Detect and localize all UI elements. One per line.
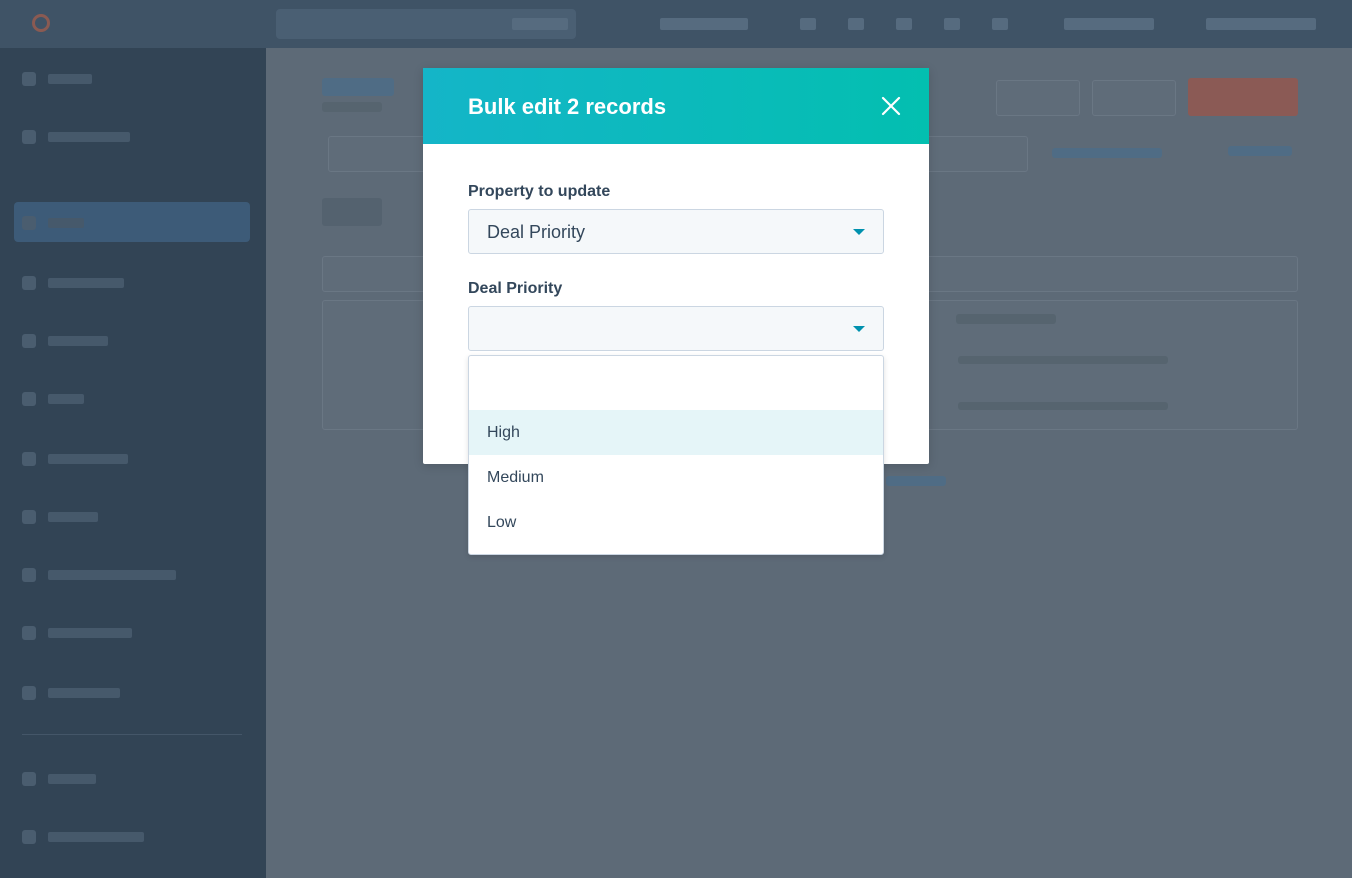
account-menu	[1206, 18, 1316, 30]
sidebar-item	[22, 130, 130, 144]
top-navigation-bar	[0, 0, 1352, 48]
topbar-item	[660, 18, 748, 30]
topbar-item	[512, 18, 568, 30]
property-select-value: Deal Priority	[487, 222, 586, 242]
sidebar-item	[22, 72, 92, 86]
pagination	[886, 476, 946, 486]
property-select[interactable]: Deal Priority	[468, 209, 884, 254]
sidebar-item	[22, 216, 84, 230]
add-view-link	[1052, 148, 1162, 158]
create-button	[1188, 78, 1298, 116]
all-views-link	[1228, 146, 1292, 156]
chevron-down-icon	[853, 229, 865, 235]
sidebar-item	[22, 568, 176, 582]
sidebar-item	[22, 334, 108, 348]
sidebar-item	[22, 510, 98, 524]
dropdown-search-input[interactable]	[469, 356, 883, 410]
table-cell	[958, 402, 1168, 410]
property-to-update-label: Property to update	[468, 183, 611, 200]
modal-header: Bulk edit 2 records	[423, 68, 929, 144]
sidebar-item	[22, 772, 96, 786]
topbar-icon	[944, 18, 960, 30]
deal-priority-label: Deal Priority	[468, 280, 563, 297]
sidebar-item	[22, 276, 124, 290]
sidebar-item	[22, 392, 84, 406]
close-icon	[881, 96, 901, 116]
sidebar-item	[22, 626, 132, 640]
sidebar-item	[22, 452, 128, 466]
table-header	[956, 314, 1056, 324]
modal-title: Bulk edit 2 records	[468, 94, 667, 119]
topbar-icon	[800, 18, 816, 30]
topbar-icon	[848, 18, 864, 30]
deal-priority-select[interactable]	[468, 306, 884, 351]
header-button	[996, 80, 1080, 116]
topbar-item	[1064, 18, 1154, 30]
sidebar-item	[22, 686, 120, 700]
dropdown-option-low[interactable]: Low	[469, 500, 883, 545]
close-button[interactable]	[875, 90, 907, 122]
record-count	[322, 102, 382, 112]
sidebar	[0, 48, 266, 878]
topbar-icon	[896, 18, 912, 30]
chevron-down-icon	[853, 326, 865, 332]
logo-icon	[32, 14, 50, 32]
table-cell	[958, 356, 1168, 364]
dropdown-option-high[interactable]: High	[469, 410, 883, 455]
deal-priority-dropdown: High Medium Low	[468, 355, 884, 555]
page-title	[322, 78, 394, 96]
header-button	[1092, 80, 1176, 116]
view-toggle	[322, 198, 382, 226]
sidebar-item	[22, 830, 144, 844]
notifications-icon	[992, 18, 1008, 30]
dropdown-option-medium[interactable]: Medium	[469, 455, 883, 500]
sidebar-divider	[22, 734, 242, 735]
